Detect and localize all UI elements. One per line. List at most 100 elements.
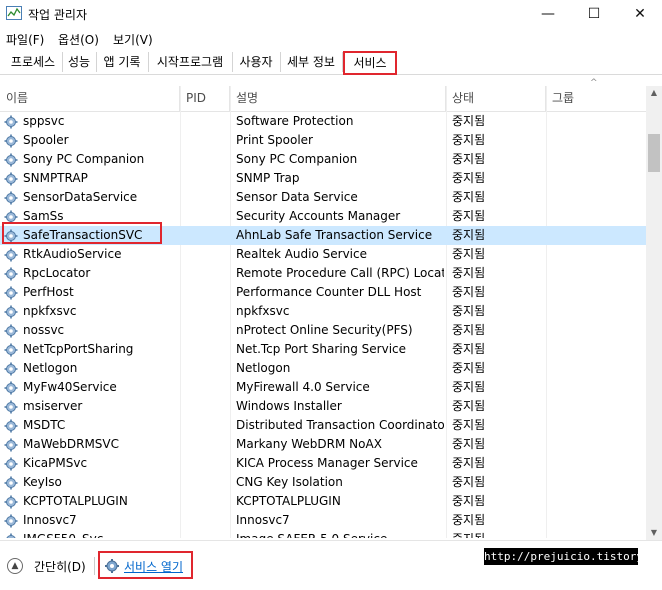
table-row[interactable]: Netlogon Netlogon 중지됨 [0, 359, 646, 378]
service-name: IMGSF50_Svc [6, 530, 195, 538]
tab-services[interactable]: 서비스 [343, 51, 397, 75]
table-row[interactable]: Innosvc7 Innosvc7 중지됨 [0, 511, 646, 530]
table-row[interactable]: Spooler Print Spooler 중지됨 [0, 131, 646, 150]
menu-options[interactable]: 옵션(O) [58, 31, 99, 48]
service-group [552, 397, 642, 416]
services-list: sppsvc Software Protection 중지됨 Spooler Print… [0, 112, 646, 538]
maximize-icon: ☐ [587, 6, 601, 22]
service-name: npkfxsvc [23, 304, 77, 318]
service-pid [180, 416, 230, 435]
collapse-button[interactable]: 간단히(D) [34, 558, 86, 575]
service-name: NetTcpPortSharing [23, 342, 134, 356]
service-group [552, 302, 642, 321]
service-group [552, 492, 642, 511]
service-group [552, 169, 642, 188]
service-pid [180, 283, 230, 302]
maximize-button[interactable]: ☐ [571, 0, 617, 28]
service-name: PerfHost [23, 285, 74, 299]
services-gear-icon [105, 559, 119, 573]
table-row[interactable]: nossvc nProtect Online Security(PFS) 중지됨 [0, 321, 646, 340]
service-status: 중지됨 [452, 475, 486, 489]
table-row[interactable]: KCPTOTALPLUGIN KCPTOTALPLUGIN 중지됨 [0, 492, 646, 511]
table-row[interactable]: MaWebDRMSVC Markany WebDRM NoAX 중지됨 [0, 435, 646, 454]
service-name: MaWebDRMSVC [23, 437, 120, 451]
tab-performance[interactable]: 성능 [62, 52, 97, 72]
service-group [552, 378, 642, 397]
menu-file[interactable]: 파일(F) [6, 31, 44, 48]
tab-app-history[interactable]: 앱 기록 [96, 52, 149, 72]
service-group [552, 530, 642, 538]
table-row[interactable]: NetTcpPortSharing Net.Tcp Port Sharing Se… [0, 340, 646, 359]
table-row[interactable]: MyFw40Service MyFirewall 4.0 Service 중지됨 [0, 378, 646, 397]
service-name: KicaPMSvc [23, 456, 88, 470]
service-description: Security Accounts Manager [236, 209, 401, 223]
service-group [552, 454, 642, 473]
service-group [552, 340, 642, 359]
column-group[interactable]: 그룹 [546, 86, 646, 111]
service-group [552, 416, 642, 435]
table-row[interactable]: RpcLocator Remote Procedure Call (RPC) Lo… [0, 264, 646, 283]
service-pid [180, 340, 230, 359]
service-status: 중지됨 [452, 342, 486, 356]
table-row[interactable]: SensorDataService Sensor Data Service 중지됨 [0, 188, 646, 207]
service-group [552, 245, 642, 264]
service-status: 중지됨 [452, 399, 486, 413]
tab-details[interactable]: 세부 정보 [280, 52, 343, 72]
table-row[interactable]: npkfxsvc npkfxsvc 중지됨 [0, 302, 646, 321]
service-pid [180, 112, 230, 131]
service-pid [180, 530, 230, 538]
tab-startup[interactable]: 시작프로그램 [148, 52, 233, 72]
service-description: Software Protection [236, 114, 354, 128]
service-name: MyFw40Service [23, 380, 117, 394]
table-row[interactable]: MSDTC Distributed Transaction Coordinator… [0, 416, 646, 435]
table-row[interactable]: msiserver Windows Installer 중지됨 [0, 397, 646, 416]
close-button[interactable]: ✕ [617, 0, 662, 28]
service-status: 중지됨 [452, 456, 486, 470]
vertical-scrollbar[interactable]: ▲ ▼ [646, 86, 662, 540]
table-row[interactable]: PerfHost Performance Counter DLL Host 중지됨 [0, 283, 646, 302]
tab-users[interactable]: 사용자 [232, 52, 281, 72]
service-pid [180, 321, 230, 340]
service-status: 중지됨 [452, 494, 486, 508]
scroll-down-icon[interactable]: ▼ [646, 526, 662, 540]
scroll-up-icon[interactable]: ▲ [646, 86, 662, 100]
table-row[interactable]: Sony PC Companion Sony PC Companion 중지됨 [0, 150, 646, 169]
service-description: Performance Counter DLL Host [236, 285, 422, 299]
table-row[interactable]: RtkAudioService Realtek Audio Service 중지됨 [0, 245, 646, 264]
tab-bar: 프로세스 성능 앱 기록 시작프로그램 사용자 세부 정보 서비스 [0, 50, 662, 75]
service-pid [180, 473, 230, 492]
service-group [552, 283, 642, 302]
service-group [552, 511, 642, 530]
service-name: Spooler [23, 133, 69, 147]
scrollbar-thumb[interactable] [648, 134, 660, 172]
column-header: ^ 이름 PID 설명 상태 그룹 [0, 78, 646, 112]
service-status: 중지됨 [452, 530, 542, 538]
column-status[interactable]: 상태 [446, 86, 546, 111]
table-row[interactable]: KeyIso CNG Key Isolation 중지됨 [0, 473, 646, 492]
open-services-label[interactable]: 서비스 열기 [124, 558, 183, 575]
window-title: 작업 관리자 [28, 8, 88, 22]
service-status: 중지됨 [452, 228, 486, 242]
menu-view[interactable]: 보기(V) [113, 31, 153, 48]
service-pid [180, 359, 230, 378]
column-description[interactable]: 설명 [230, 86, 446, 111]
service-pid [180, 492, 230, 511]
service-pid [180, 264, 230, 283]
service-status: 중지됨 [452, 304, 486, 318]
service-status: 중지됨 [452, 361, 486, 375]
table-row[interactable]: IMGSF50_Svc Image SAFER 5.0 Service 중지됨 [0, 530, 646, 538]
tab-processes[interactable]: 프로세스 [4, 52, 63, 72]
open-services-link[interactable]: 서비스 열기 [98, 551, 193, 579]
service-status: 중지됨 [452, 437, 486, 451]
title-bar: 작업 관리자 — ☐ ✕ [0, 0, 662, 28]
collapse-icon[interactable]: ▲ [7, 558, 23, 574]
table-row[interactable]: KicaPMSvc KICA Process Manager Service 중지됨 [0, 454, 646, 473]
service-status: 중지됨 [452, 380, 486, 394]
minimize-button[interactable]: — [525, 0, 571, 28]
column-pid[interactable]: PID [180, 86, 230, 111]
table-row[interactable]: SNMPTRAP SNMP Trap 중지됨 [0, 169, 646, 188]
service-name: SensorDataService [23, 190, 138, 204]
table-row[interactable]: sppsvc Software Protection 중지됨 [0, 112, 646, 131]
column-name[interactable]: 이름 [0, 86, 180, 111]
service-name: Innosvc7 [23, 513, 77, 527]
